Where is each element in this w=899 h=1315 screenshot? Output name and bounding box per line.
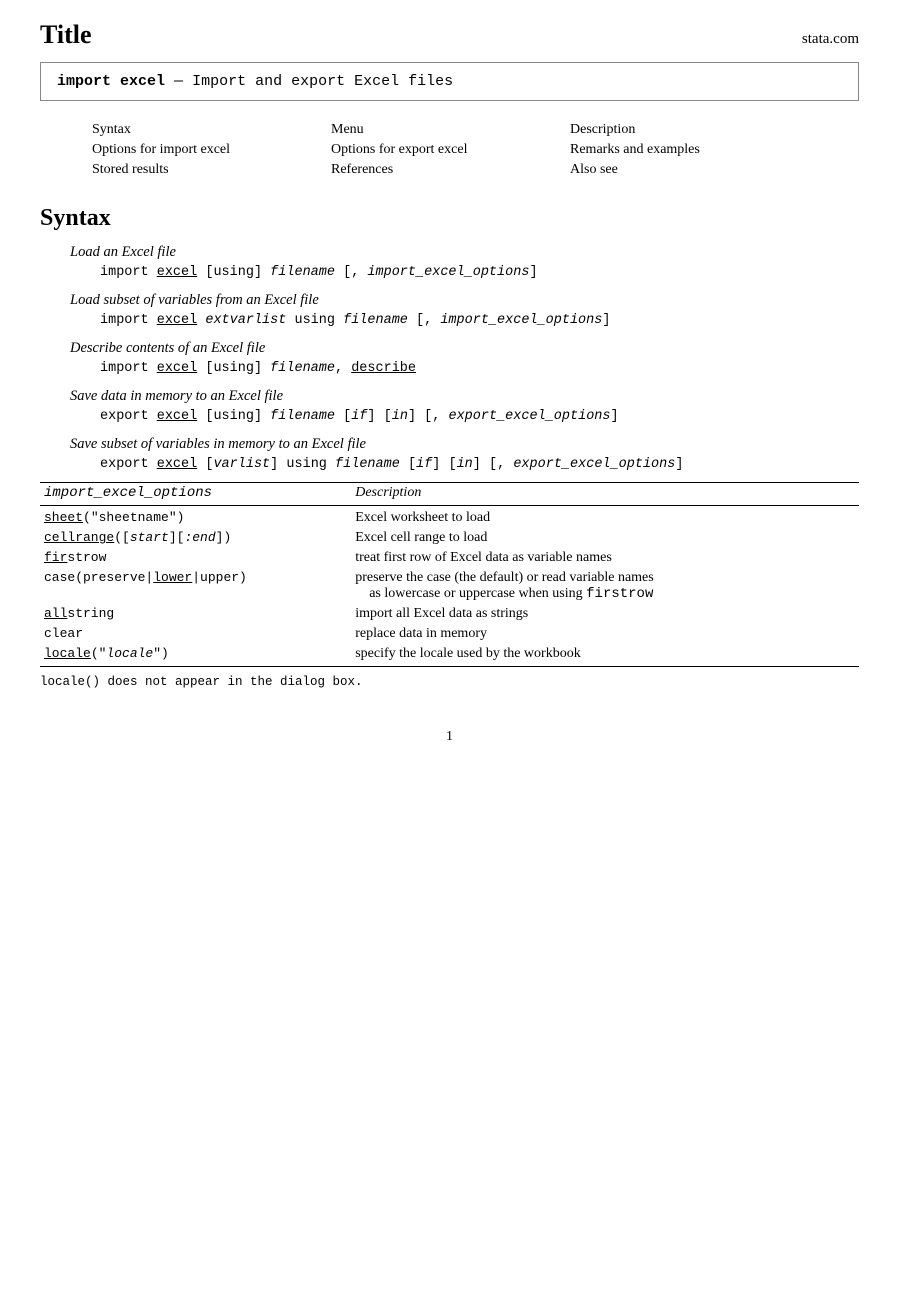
- syntax-line-1: import excel [using] filename [, import_…: [100, 265, 859, 280]
- page-header: Title stata.com: [40, 20, 859, 50]
- syntax-line-3: import excel [using] filename, describe: [100, 361, 859, 376]
- syntax-line-5: export excel [varlist] using filename [i…: [100, 457, 859, 472]
- table-row: allstring import all Excel data as strin…: [40, 604, 859, 624]
- syntax-desc-5: Save subset of variables in memory to an…: [70, 436, 859, 453]
- option-desc: treat first row of Excel data as variabl…: [351, 548, 859, 568]
- option-desc: preserve the case (the default) or read …: [351, 568, 859, 604]
- stata-com-label: stata.com: [802, 31, 859, 48]
- option-desc: specify the locale used by the workbook: [351, 644, 859, 667]
- title-command: import excel: [57, 73, 165, 90]
- nav-remarks[interactable]: Remarks and examples: [570, 142, 700, 157]
- table-row: locale("locale") specify the locale used…: [40, 644, 859, 667]
- option-name: locale("locale"): [40, 644, 351, 667]
- page-number: 1: [40, 729, 859, 745]
- syntax-desc-3: Describe contents of an Excel file: [70, 340, 859, 357]
- option-desc: import all Excel data as strings: [351, 604, 859, 624]
- title-box: import excel — Import and export Excel f…: [40, 62, 859, 101]
- nav-options-import[interactable]: Options for import excel: [92, 142, 230, 157]
- footer-note: locale() does not appear in the dialog b…: [40, 675, 859, 689]
- syntax-line-4: export excel [using] filename [if] [in] …: [100, 409, 859, 424]
- option-desc: Excel worksheet to load: [351, 506, 859, 529]
- option-name: cellrange([start][:end]): [40, 528, 351, 548]
- options-table-header: import_excel_options Description: [40, 483, 859, 506]
- syntax-line-2: import excel extvarlist using filename […: [100, 313, 859, 328]
- nav-stored-results[interactable]: Stored results: [92, 162, 169, 177]
- syntax-desc-1: Load an Excel file: [70, 244, 859, 261]
- option-name: case(preserve|lower|upper): [40, 568, 351, 604]
- syntax-desc-2: Load subset of variables from an Excel f…: [70, 292, 859, 309]
- nav-references[interactable]: References: [331, 162, 393, 177]
- option-name: firstrow: [40, 548, 351, 568]
- syntax-desc-4: Save data in memory to an Excel file: [70, 388, 859, 405]
- title-description: Import and export Excel files: [192, 73, 453, 90]
- nav-syntax[interactable]: Syntax: [92, 122, 131, 137]
- nav-menu[interactable]: Menu: [331, 122, 364, 137]
- table-row: case(preserve|lower|upper) preserve the …: [40, 568, 859, 604]
- syntax-block-3: Describe contents of an Excel file impor…: [40, 340, 859, 376]
- option-name: allstring: [40, 604, 351, 624]
- options-col-header: import_excel_options: [40, 483, 351, 506]
- syntax-block-5: Save subset of variables in memory to an…: [40, 436, 859, 472]
- option-name: clear: [40, 624, 351, 644]
- title-separator: —: [174, 73, 192, 90]
- options-table: import_excel_options Description sheet("…: [40, 482, 859, 667]
- syntax-block-2: Load subset of variables from an Excel f…: [40, 292, 859, 328]
- syntax-block-1: Load an Excel file import excel [using] …: [40, 244, 859, 280]
- page-title: Title: [40, 20, 92, 50]
- option-desc: replace data in memory: [351, 624, 859, 644]
- table-row: cellrange([start][:end]) Excel cell rang…: [40, 528, 859, 548]
- option-desc: Excel cell range to load: [351, 528, 859, 548]
- nav-options-export[interactable]: Options for export excel: [331, 142, 467, 157]
- description-col-header: Description: [351, 483, 859, 506]
- nav-also-see[interactable]: Also see: [570, 162, 618, 177]
- syntax-block-4: Save data in memory to an Excel file exp…: [40, 388, 859, 424]
- nav-description[interactable]: Description: [570, 122, 635, 137]
- syntax-section-heading: Syntax: [40, 205, 859, 232]
- table-row: clear replace data in memory: [40, 624, 859, 644]
- option-name: sheet("sheetname"): [40, 506, 351, 529]
- table-row: firstrow treat first row of Excel data a…: [40, 548, 859, 568]
- nav-table: Syntax Menu Description Options for impo…: [90, 119, 809, 181]
- table-row: sheet("sheetname") Excel worksheet to lo…: [40, 506, 859, 529]
